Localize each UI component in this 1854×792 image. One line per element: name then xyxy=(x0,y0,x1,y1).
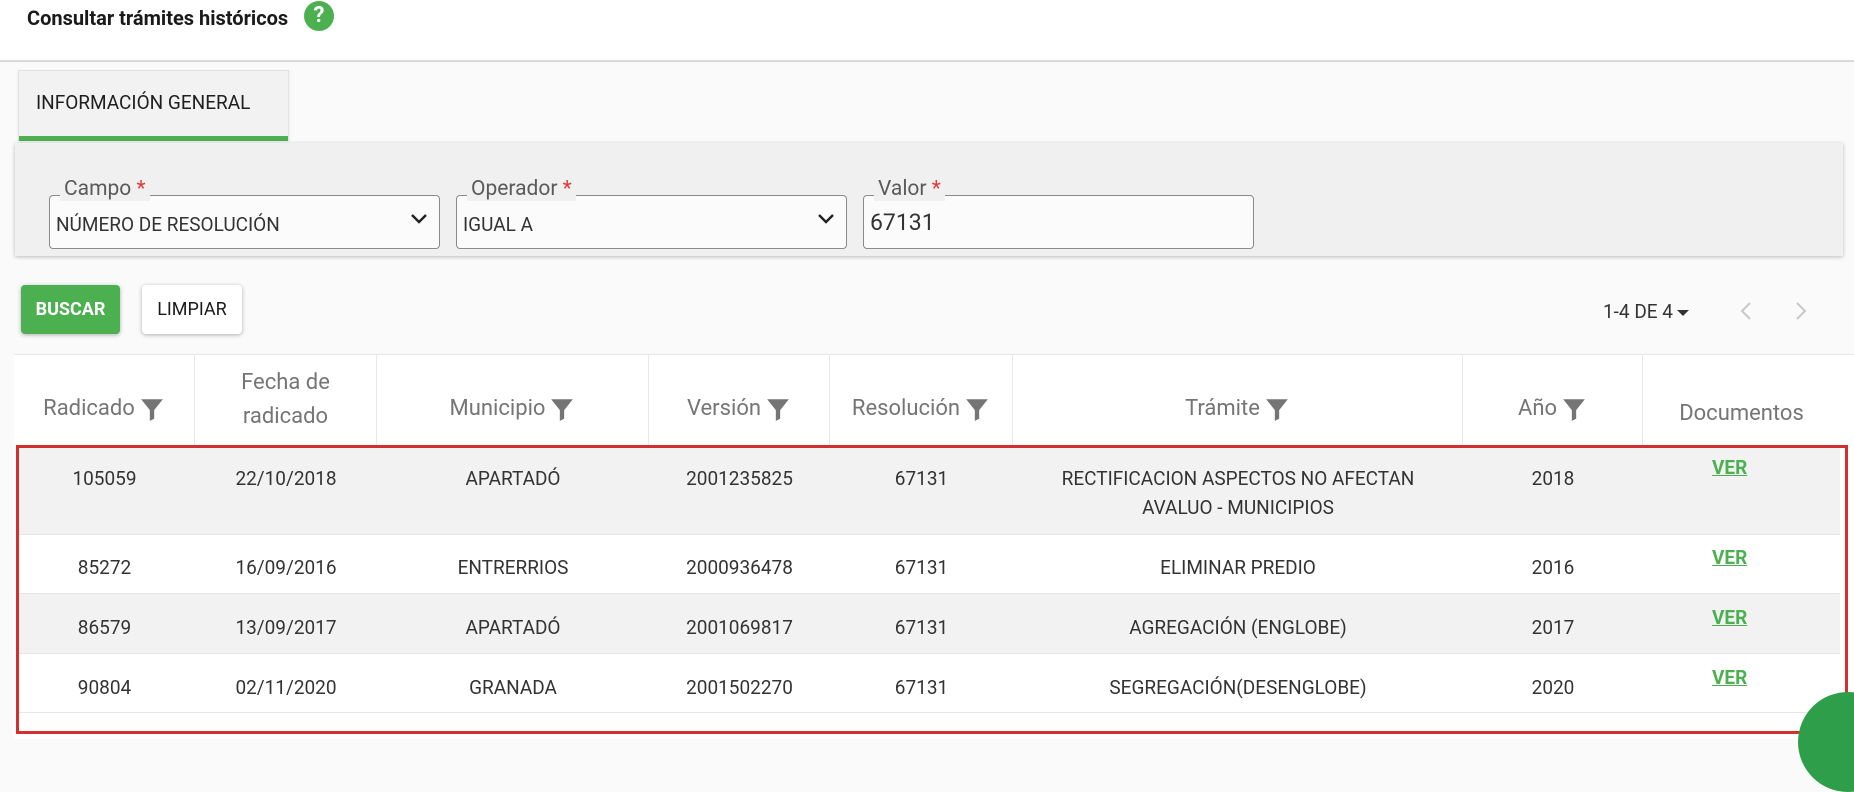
cell-resolucion: 67131 xyxy=(894,556,949,579)
cell-version: 2001069817 xyxy=(686,616,793,639)
cell-fecha: 02/11/2020 xyxy=(235,676,337,699)
campo-label: Campo * xyxy=(60,177,150,201)
column-header-fecha-radicado[interactable]: Fecha de radicado xyxy=(195,354,377,446)
cell-radicado: 86579 xyxy=(77,616,132,639)
column-header-tramite[interactable]: Trámite xyxy=(1013,354,1463,446)
operador-select[interactable]: Operador * IGUAL A xyxy=(456,177,847,249)
chevron-down-icon xyxy=(411,214,427,224)
campo-select[interactable]: Campo * NÚMERO DE RESOLUCIÓN xyxy=(49,177,440,249)
operador-label: Operador * xyxy=(467,177,576,201)
chevron-left-icon[interactable] xyxy=(1737,300,1757,322)
cell-anio: 2017 xyxy=(1531,616,1575,639)
filter-icon[interactable] xyxy=(1561,396,1587,422)
cell-anio: 2018 xyxy=(1531,467,1575,490)
filter-icon[interactable] xyxy=(549,396,575,422)
valor-value: 67131 xyxy=(870,209,935,236)
row-divider xyxy=(17,712,1840,713)
page-title: Consultar trámites históricos xyxy=(27,6,289,30)
cell-fecha: 16/09/2016 xyxy=(235,556,337,579)
cell-tramite: ELIMINAR PREDIO xyxy=(1160,556,1316,579)
column-header-radicado[interactable]: Radicado xyxy=(14,354,195,446)
valor-label: Valor * xyxy=(874,177,945,201)
filter-icon[interactable] xyxy=(964,396,990,422)
cell-municipio: APARTADÓ xyxy=(465,467,561,490)
cell-fecha: 13/09/2017 xyxy=(235,616,337,639)
cell-radicado: 105059 xyxy=(72,467,137,490)
cell-municipio: APARTADÓ xyxy=(465,616,561,639)
cell-version: 2000936478 xyxy=(686,556,793,579)
cell-municipio: ENTRERRIOS xyxy=(457,556,569,579)
valor-input[interactable]: Valor * 67131 xyxy=(863,177,1254,249)
cell-anio: 2020 xyxy=(1531,676,1575,699)
tab-active-indicator xyxy=(19,136,288,141)
operador-value: IGUAL A xyxy=(463,213,533,236)
column-header-anio[interactable]: Año xyxy=(1463,354,1643,446)
column-header-municipio[interactable]: Municipio xyxy=(377,354,649,446)
cell-version: 2001235825 xyxy=(686,467,793,490)
cell-tramite: AGREGACIÓN (ENGLOBE) xyxy=(1129,616,1347,639)
tab-label: INFORMACIÓN GENERAL xyxy=(36,91,251,114)
page-header: Consultar trámites históricos ? xyxy=(0,0,1854,62)
cell-municipio: GRANADA xyxy=(469,676,557,699)
column-header-documentos: Documentos xyxy=(1679,401,1804,426)
help-icon[interactable]: ? xyxy=(304,1,334,31)
campo-value: NÚMERO DE RESOLUCIÓN xyxy=(56,213,280,236)
column-header-version[interactable]: Versión xyxy=(649,354,830,446)
cell-resolucion: 67131 xyxy=(894,467,949,490)
chevron-down-icon xyxy=(818,214,834,224)
filter-panel: Campo * NÚMERO DE RESOLUCIÓN Operador * … xyxy=(15,143,1843,256)
filter-icon[interactable] xyxy=(1264,396,1290,422)
cell-anio: 2016 xyxy=(1531,556,1575,579)
pagination-label: 1-4 DE 4 xyxy=(1603,300,1673,323)
tab-informacion-general[interactable]: INFORMACIÓN GENERAL xyxy=(18,70,289,141)
cell-tramite: SEGREGACIÓN(DESENGLOBE) xyxy=(1109,676,1367,699)
filter-icon[interactable] xyxy=(765,396,791,422)
cell-version: 2001502270 xyxy=(686,676,793,699)
cell-tramite: RECTIFICACION ASPECTOS NO AFECTAN AVALUO … xyxy=(1061,467,1415,519)
cell-resolucion: 67131 xyxy=(894,616,949,639)
chevron-right-icon[interactable] xyxy=(1790,300,1810,322)
pagination-dropdown[interactable]: 1-4 DE 4 xyxy=(1603,300,1689,323)
limpiar-button[interactable]: LIMPIAR xyxy=(142,285,242,334)
ver-documento-link[interactable]: VER xyxy=(1712,546,1747,569)
cell-radicado: 90804 xyxy=(77,676,132,699)
cell-resolucion: 67131 xyxy=(894,676,949,699)
ver-documento-link[interactable]: VER xyxy=(1712,606,1747,629)
buscar-button[interactable]: BUSCAR xyxy=(21,285,120,334)
ver-documento-link[interactable]: VER xyxy=(1712,456,1747,479)
cell-radicado: 85272 xyxy=(77,556,132,579)
cell-fecha: 22/10/2018 xyxy=(235,467,337,490)
caret-down-icon xyxy=(1676,309,1689,316)
filter-icon[interactable] xyxy=(139,396,165,422)
ver-documento-link[interactable]: VER xyxy=(1712,666,1747,689)
column-header-resolucion[interactable]: Resolución xyxy=(830,354,1013,446)
